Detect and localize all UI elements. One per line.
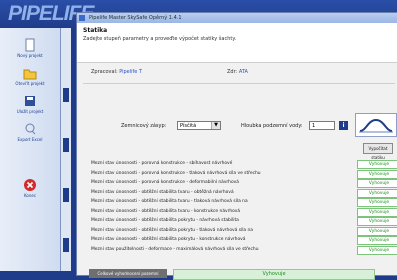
list-item: Mezní stav únosnosti - obtěžní stabilita… <box>83 235 397 245</box>
result-text: Mezní stav únosnosti - obtěžní stabilita… <box>91 208 241 214</box>
result-text: Mezní stav únosnosti - porovná konstrukc… <box>91 170 261 176</box>
result-text: Mezní stav únosnosti - porovná konstrukc… <box>91 161 233 166</box>
result-text: Mezní stav únosnosti - obtěžní stabilita… <box>91 227 253 233</box>
status-badge: Vyhovuje <box>357 245 397 255</box>
sidebar-item-new-project[interactable]: Nový projekt <box>0 38 60 58</box>
meta-source: Zdr: ATA <box>227 69 248 75</box>
meta-processor: Zpracoval: Pipelife T <box>91 69 142 75</box>
calculate-button[interactable]: Vypočítat statiku <box>363 143 393 160</box>
list-item: Mezní stav únosnosti - porovná konstrukc… <box>83 178 397 188</box>
exit-icon <box>24 179 36 191</box>
meta-value[interactable]: ATA <box>239 69 248 75</box>
sidebar: Nový projekt Otevřít projekt Uložit proj… <box>0 28 61 271</box>
dialog-header: Statika Zadejte stupeň parametry a prove… <box>77 23 397 63</box>
list-item: Mezní stav únosnosti - obtěžní stabilita… <box>83 216 397 226</box>
strip-marker <box>63 138 69 152</box>
app-icon <box>79 15 85 21</box>
overall-evaluation-button[interactable]: Celkové vyhodnocení pozemní <box>89 269 167 278</box>
list-item: Mezní stav únosnosti - obtěžní stabilita… <box>83 188 397 198</box>
window-title: Pipelife Master SkySafe Opěrný 1.4.1 <box>89 15 182 21</box>
sidebar-item-exit[interactable]: Konec <box>0 178 60 198</box>
export-icon <box>25 123 36 135</box>
list-item: Mezní stav únosnosti - obtěžní stabilita… <box>83 197 397 207</box>
list-item: Mezní stav únosnosti - porovná konstrukc… <box>83 159 397 169</box>
chevron-down-icon[interactable]: ▼ <box>211 122 220 129</box>
window-titlebar: Pipelife Master SkySafe Opěrný 1.4.1 <box>77 13 397 23</box>
list-item: Mezní stav únosnosti - obtěžní stabilita… <box>83 226 397 236</box>
result-text: Mezní stav únosnosti - obtěžní stabilita… <box>91 218 239 223</box>
sidebar-item-export-excel[interactable]: Export Excel <box>0 122 60 142</box>
open-folder-icon <box>23 69 37 80</box>
sidebar-item-label: Uložit projekt <box>16 109 44 114</box>
sidebar-item-save-project[interactable]: Uložit projekt <box>0 94 60 114</box>
sidebar-item-open-project[interactable]: Otevřít projekt <box>0 66 60 86</box>
soil-select-value: Písčitá <box>180 123 197 129</box>
sidebar-item-label: Otevřít projekt <box>15 81 45 86</box>
strip-marker <box>63 188 69 202</box>
list-item: Mezní stav únosnosti - obtěžní stabilita… <box>83 207 397 217</box>
strip-marker <box>63 238 69 252</box>
statika-dialog: Pipelife Master SkySafe Opěrný 1.4.1 Sta… <box>76 12 397 280</box>
sidebar-item-label: Export Excel <box>17 137 43 142</box>
curve-preview-button[interactable] <box>355 113 397 137</box>
result-text: Mezní stav únosnosti - obtěžní stabilita… <box>91 199 248 204</box>
page-subtitle: Zadejte stupeň parametry a proveďte výpo… <box>83 36 237 42</box>
new-document-icon <box>25 38 35 52</box>
result-text: Mezní stav únosnosti - obtěžní stabilita… <box>91 237 246 242</box>
strip-marker <box>63 88 69 102</box>
sidebar-item-label: Konec <box>23 193 37 198</box>
section-strip <box>61 28 71 271</box>
result-text: Mezní stav únosnosti - porovná konstrukc… <box>91 180 239 185</box>
soil-select[interactable]: Písčitá ▼ <box>177 121 221 130</box>
groundwater-label: Hloubka podzemní vody: <box>241 123 303 129</box>
curve-icon <box>359 118 393 133</box>
result-text: Mezní stav použitelnosti - deformace - m… <box>91 246 259 252</box>
divider <box>83 83 395 84</box>
list-item: Mezní stav únosnosti - porovná konstrukc… <box>83 169 397 179</box>
list-item: Mezní stav použitelnosti - deformace - m… <box>83 245 397 255</box>
meta-label: Zdr: <box>227 69 238 75</box>
save-disk-icon <box>25 96 35 106</box>
meta-label: Zpracoval: <box>91 69 118 75</box>
soil-label: Zemnicový zásyp: <box>121 123 167 129</box>
results-list: Mezní stav únosnosti - porovná konstrukc… <box>83 159 397 255</box>
page-title: Statika <box>83 27 108 34</box>
sidebar-item-label: Nový projekt <box>17 53 43 58</box>
result-text: Mezní stav únosnosti - obtěžní stabilita… <box>91 189 234 195</box>
groundwater-input[interactable]: 1 <box>309 121 335 130</box>
info-icon[interactable]: i <box>339 121 348 130</box>
meta-value[interactable]: Pipelife T <box>119 69 142 75</box>
